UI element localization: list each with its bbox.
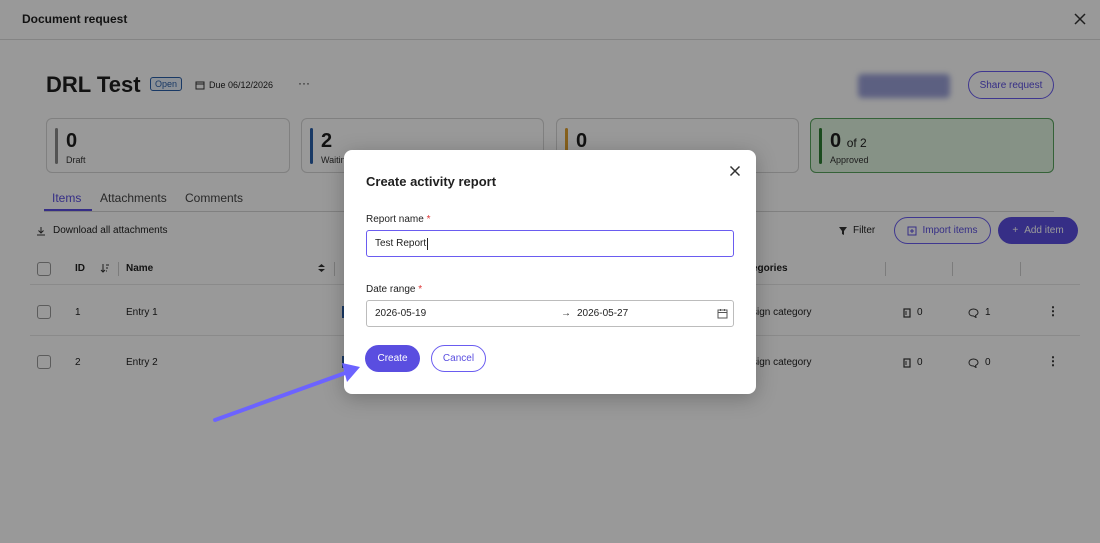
required-mark: * bbox=[418, 284, 423, 295]
date-to[interactable]: 2026-05-27 bbox=[577, 308, 628, 319]
report-name-input[interactable]: Test Report bbox=[366, 230, 734, 257]
date-range-picker[interactable]: 2026-05-19 → 2026-05-27 bbox=[366, 300, 734, 327]
close-icon[interactable] bbox=[729, 165, 741, 177]
report-name-value: Test Report bbox=[375, 238, 427, 249]
required-mark: * bbox=[426, 214, 431, 225]
create-button[interactable]: Create bbox=[365, 345, 420, 372]
calendar-icon[interactable] bbox=[717, 308, 728, 319]
date-range-arrow: → bbox=[561, 308, 571, 319]
date-range-label: Date range * bbox=[366, 284, 422, 295]
report-name-label-text: Report name bbox=[366, 214, 424, 225]
report-name-label: Report name * bbox=[366, 214, 431, 225]
text-caret bbox=[427, 237, 429, 250]
create-activity-report-dialog: Create activity report Report name * Tes… bbox=[344, 150, 756, 394]
cancel-button[interactable]: Cancel bbox=[431, 345, 486, 372]
date-from[interactable]: 2026-05-19 bbox=[375, 308, 426, 319]
date-range-label-text: Date range bbox=[366, 284, 416, 295]
dialog-title: Create activity report bbox=[366, 174, 497, 189]
